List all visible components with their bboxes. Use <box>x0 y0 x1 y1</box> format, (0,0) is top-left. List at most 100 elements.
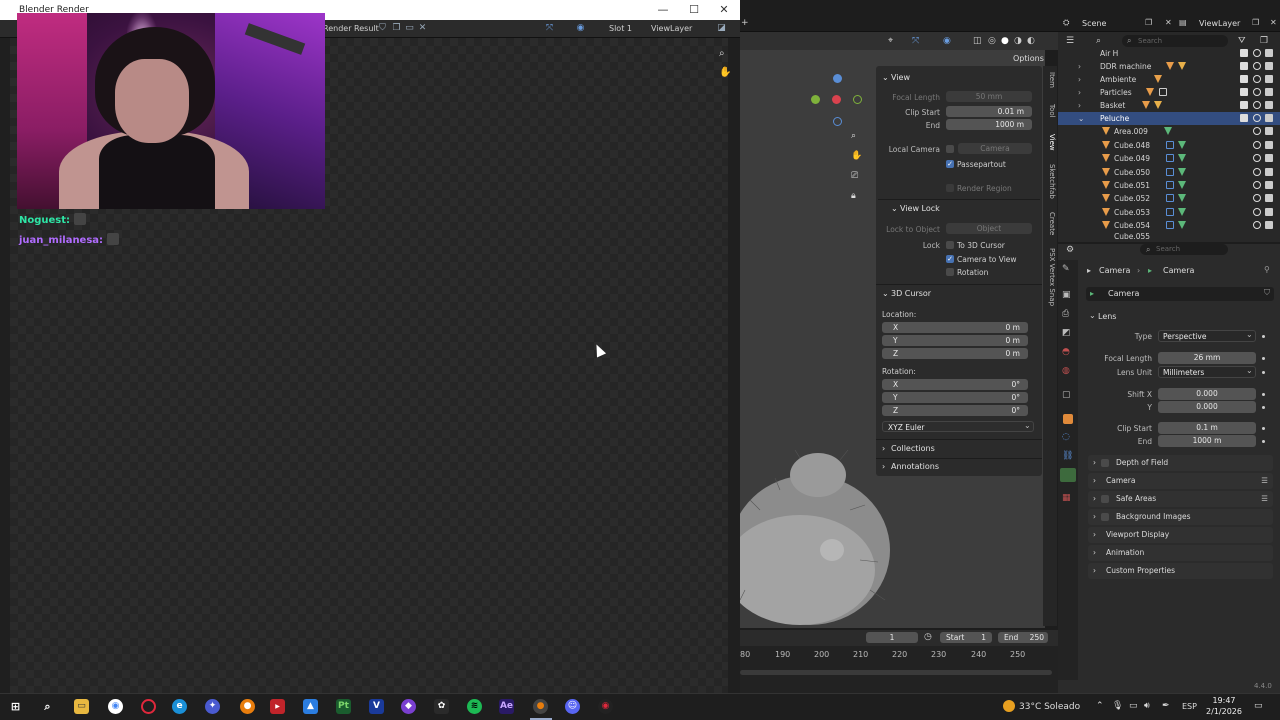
hand-pan-icon[interactable]: ✋ <box>851 151 862 161</box>
checkbox-icon[interactable] <box>1240 88 1248 96</box>
local-camera-field[interactable]: Camera <box>958 143 1032 154</box>
app-icon[interactable]: ◆ <box>401 699 416 714</box>
clip-start-field[interactable]: 0.1 m <box>1158 422 1256 434</box>
depth-of-field-panel[interactable]: › Depth of Field <box>1088 455 1273 471</box>
shield-icon[interactable]: ⛉ <box>377 23 388 34</box>
shift-y-field[interactable]: 0.000 <box>1158 401 1256 413</box>
animate-dot-icon[interactable] <box>1262 427 1265 430</box>
focal-length-field[interactable]: 26 mm <box>1158 352 1256 364</box>
gizmo-icon[interactable]: ⤧ <box>544 23 555 34</box>
focal-length-field[interactable]: 50 mm <box>946 91 1032 102</box>
scene-select[interactable]: Scene <box>1082 19 1106 28</box>
view-layer-select[interactable]: ViewLayer <box>1199 19 1240 28</box>
tab-item[interactable]: Item <box>1044 72 1056 88</box>
clip-start-field[interactable]: 0.01 m <box>946 106 1032 117</box>
edge-icon[interactable]: e <box>172 699 187 714</box>
lock-icon[interactable]: 🔒︎ <box>851 191 856 201</box>
animate-dot-icon[interactable] <box>1262 371 1265 374</box>
texture-tab-icon[interactable]: ▦ <box>1062 493 1071 503</box>
checkbox-icon[interactable] <box>1240 114 1248 122</box>
current-frame-field[interactable]: 1 <box>866 632 918 643</box>
chevron-down-icon[interactable]: ⌄ <box>1089 311 1096 320</box>
world-tab-icon[interactable]: ◍ <box>1062 366 1070 376</box>
blender-icon[interactable]: ● <box>240 699 255 714</box>
obs-icon[interactable]: ◉ <box>598 699 613 714</box>
chrome-icon[interactable]: ◉ <box>108 699 123 714</box>
tab-tool[interactable]: Tool <box>1044 104 1056 118</box>
camera-icon[interactable] <box>1265 75 1273 83</box>
painter-icon[interactable]: Pt <box>336 699 351 714</box>
outliner-row[interactable]: Cube.055 <box>1058 232 1280 240</box>
rendered-shading-icon[interactable]: ◐ <box>1027 36 1035 46</box>
cursor-loc-y-field[interactable]: Y 0 m <box>882 335 1028 346</box>
animate-dot-icon[interactable] <box>1262 440 1265 443</box>
background-images-panel[interactable]: › Background Images <box>1088 509 1273 525</box>
eye-icon[interactable] <box>1253 127 1261 135</box>
maximize-button[interactable]: ☐ <box>687 3 701 17</box>
chevron-up-icon[interactable]: ⌃ <box>1096 701 1104 711</box>
lens-type-select[interactable]: Perspective <box>1158 330 1256 342</box>
close-icon[interactable]: ✕ <box>417 23 428 34</box>
chevron-right-icon[interactable]: › <box>1078 62 1081 71</box>
cursor-loc-x-field[interactable]: X 0 m <box>882 322 1028 333</box>
gizmo-neg-y-axis[interactable] <box>853 95 862 104</box>
outliner-row[interactable]: Cube.052 <box>1058 192 1280 205</box>
gizmo-neg-z-axis[interactable] <box>833 117 842 126</box>
camera-to-view-checkbox[interactable]: ✓ <box>946 255 954 263</box>
chevron-right-icon[interactable]: › <box>882 444 885 453</box>
local-camera-checkbox[interactable] <box>946 145 954 153</box>
gizmo-y-axis[interactable] <box>811 95 820 104</box>
animation-panel[interactable]: › Animation <box>1088 545 1273 561</box>
viewport-display-panel[interactable]: › Viewport Display <box>1088 527 1273 543</box>
physics-tab-icon[interactable]: ◌ <box>1062 432 1070 442</box>
outliner-row[interactable]: Cube.048 <box>1058 139 1280 152</box>
checkbox-icon[interactable] <box>1101 459 1109 467</box>
eye-icon[interactable] <box>1253 181 1261 189</box>
fake-user-shield-icon[interactable]: ⛉ <box>1264 288 1270 298</box>
outliner-row[interactable]: Cube.053 <box>1058 206 1280 219</box>
cursor-rot-y-field[interactable]: Y 0° <box>882 392 1028 403</box>
eye-icon[interactable] <box>1253 49 1261 57</box>
outliner-editor-icon[interactable]: ☰ <box>1066 36 1074 46</box>
rotation-mode-select[interactable]: XYZ Euler <box>882 421 1034 432</box>
lens-panel-title[interactable]: Lens <box>1098 312 1116 321</box>
collection-tab-icon[interactable]: ▢ <box>1062 390 1071 400</box>
annotations-panel[interactable]: Annotations <box>891 462 939 471</box>
davinci-icon[interactable]: ✿ <box>434 699 449 714</box>
close-button[interactable]: ✕ <box>717 3 731 17</box>
slot-select[interactable]: Slot 1 <box>609 24 632 33</box>
zoom-icon[interactable]: ⌕ <box>851 131 856 141</box>
camera-icon[interactable] <box>1265 168 1273 176</box>
render-region-checkbox[interactable] <box>946 184 954 192</box>
animate-dot-icon[interactable] <box>1262 406 1265 409</box>
chevron-right-icon[interactable]: › <box>882 462 885 471</box>
image-name-field[interactable]: Render Result <box>323 24 379 33</box>
after-effects-icon[interactable]: Ae <box>499 699 514 714</box>
camera-panel[interactable]: › Camera ☰ <box>1088 473 1273 489</box>
datablock-selector[interactable]: ▸ Camera ⛉ <box>1086 287 1274 301</box>
xray-icon[interactable]: ◫ <box>973 36 982 46</box>
output-tab-icon[interactable]: ⎙ <box>1062 309 1069 319</box>
options-menu[interactable]: Options <box>1013 54 1044 63</box>
cursor-rot-x-field[interactable]: X 0° <box>882 379 1028 390</box>
camera-icon[interactable] <box>1265 88 1273 96</box>
outliner-row[interactable]: › Ambiente <box>1058 73 1280 86</box>
camera-icon[interactable] <box>1265 114 1273 122</box>
language-indicator[interactable]: ESP <box>1182 702 1197 711</box>
checkbox-icon[interactable] <box>1101 495 1109 503</box>
outliner-row[interactable]: › Basket <box>1058 99 1280 112</box>
breadcrumb-object[interactable]: Camera <box>1099 266 1130 275</box>
volume-icon[interactable]: 🔊︎ <box>1144 701 1150 711</box>
new-collection-icon[interactable]: ❐ <box>1260 36 1268 46</box>
chevron-down-icon[interactable]: ⌄ <box>1078 114 1084 123</box>
weather-text[interactable]: 33°C Soleado <box>1019 702 1080 712</box>
eye-icon[interactable] <box>1253 141 1261 149</box>
tab-view[interactable]: View <box>1044 134 1056 151</box>
to-3d-cursor-checkbox[interactable] <box>946 241 954 249</box>
eye-icon[interactable] <box>1253 75 1261 83</box>
blender-active-icon[interactable]: ● <box>533 699 548 714</box>
pin-icon[interactable]: ⚲ <box>1264 265 1270 274</box>
material-shading-icon[interactable]: ◑ <box>1014 36 1022 46</box>
outliner-row[interactable]: Cube.051 <box>1058 179 1280 192</box>
app-icon[interactable]: ✦ <box>205 699 220 714</box>
